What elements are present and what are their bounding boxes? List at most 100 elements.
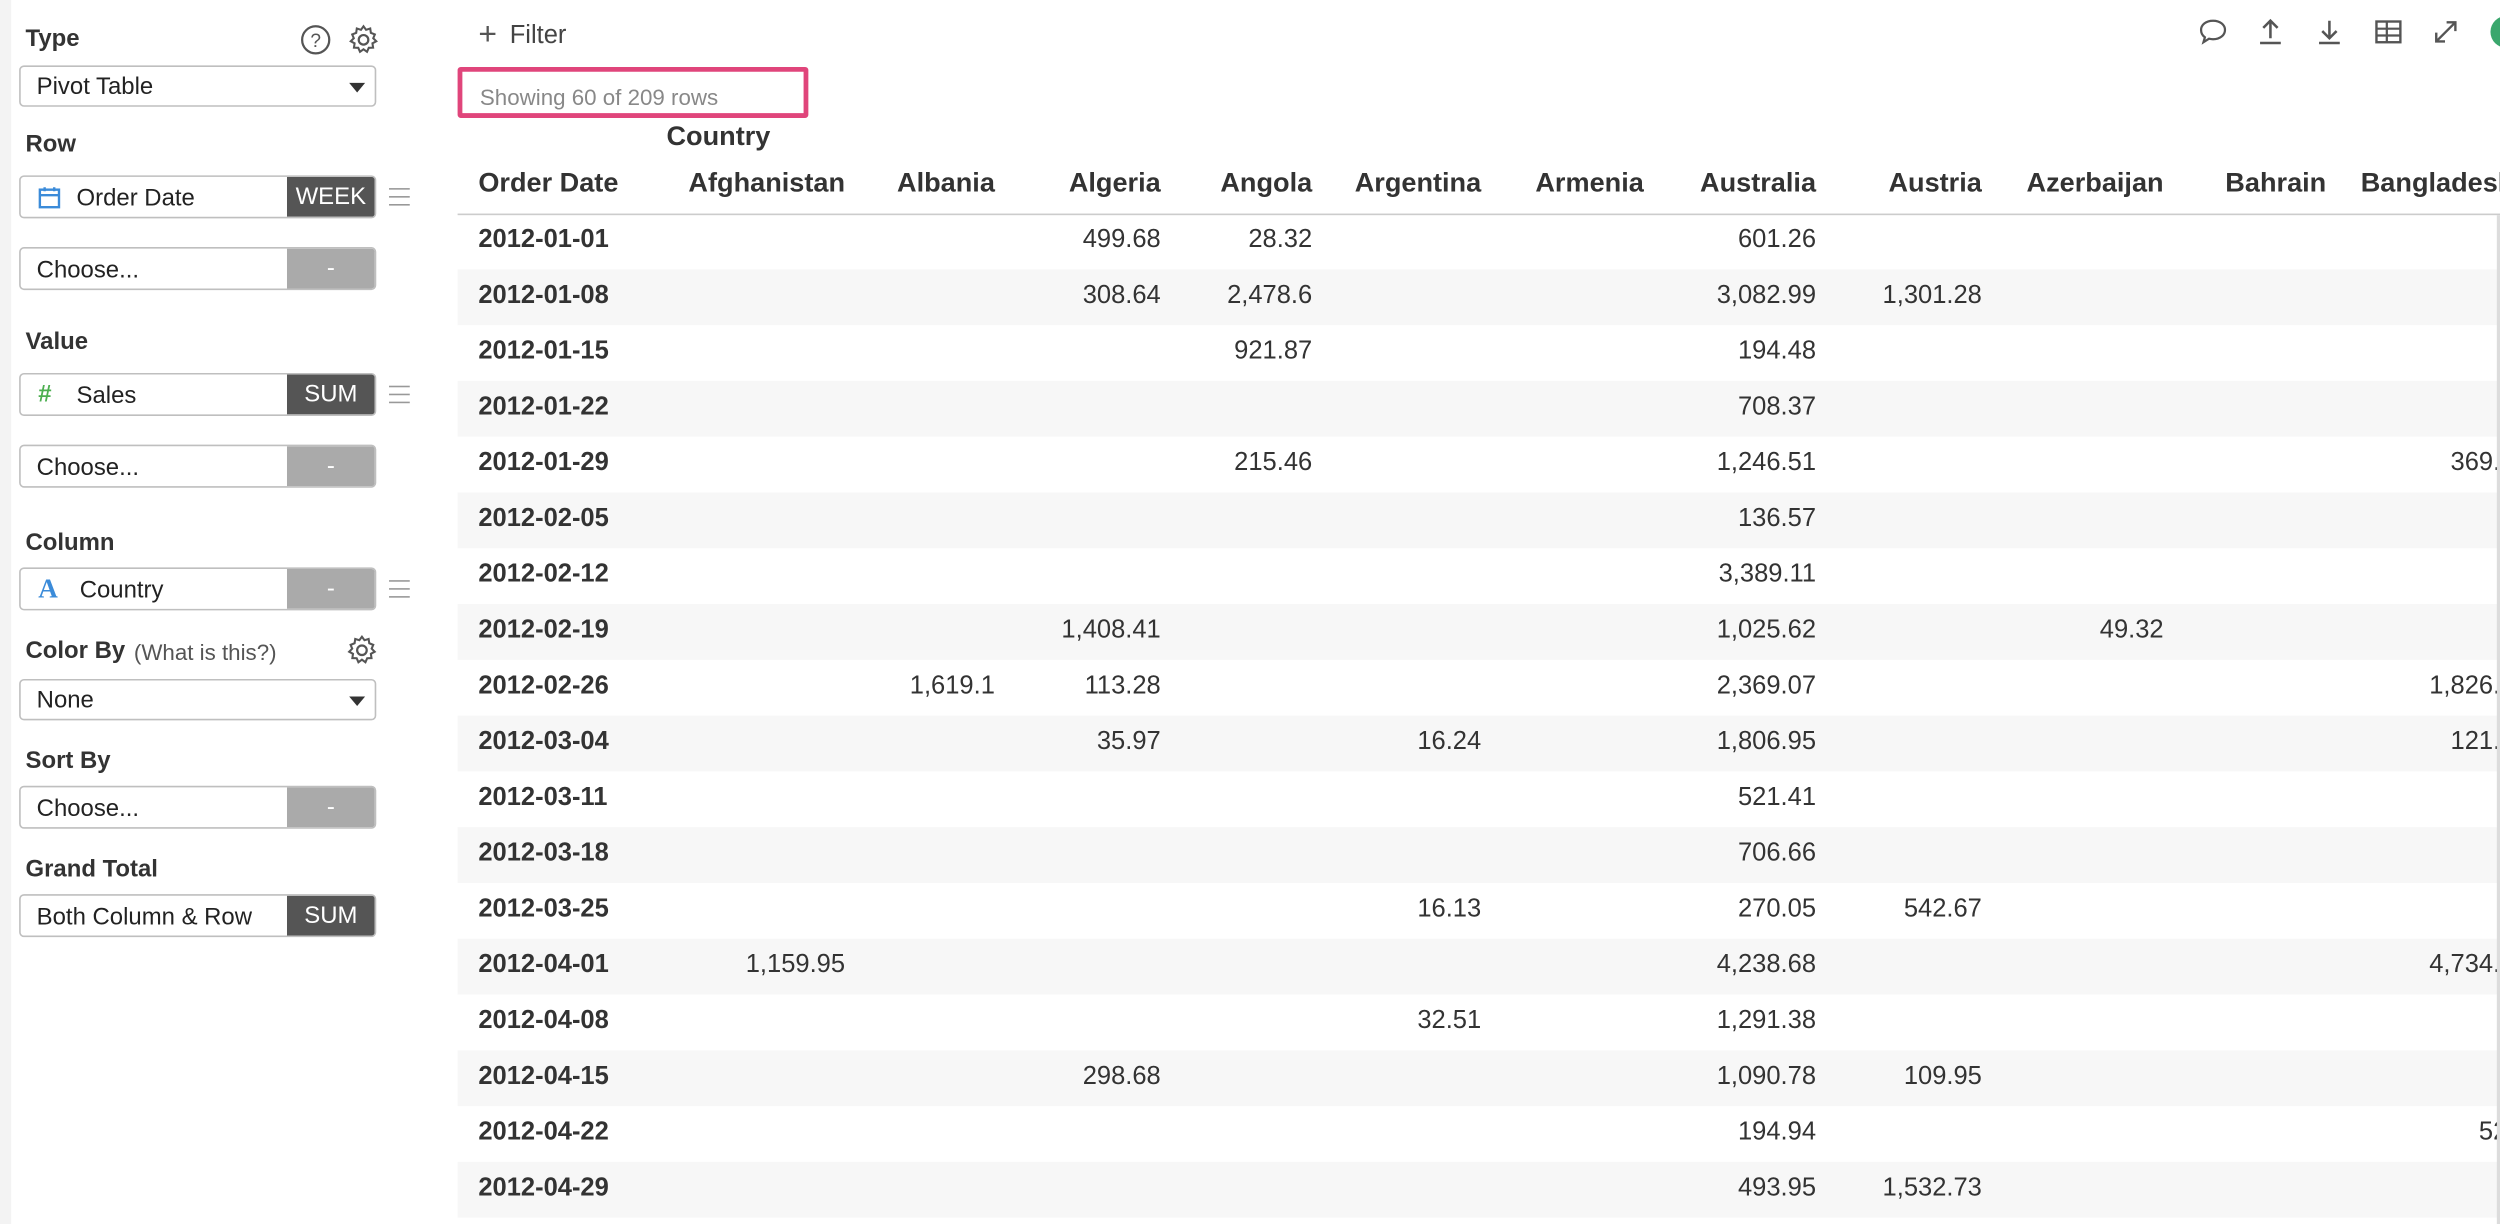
column-header-angola[interactable]: Angola (1220, 167, 1312, 199)
table-cell: 194.48 (1737, 337, 1817, 365)
table-row: 2012-01-15 921.87 194.48 (458, 325, 2500, 381)
table-row: 2012-01-08 308.64 2,478.6 3,082.99 1,301.28 (457, 269, 2500, 326)
upload-icon[interactable] (2254, 16, 2286, 48)
table-row: 2012-04-29 493.95 1,532.73 (457, 1161, 2500, 1218)
table-cell: 3,389.11 (1718, 561, 1817, 589)
row-aggregation-tag[interactable]: WEEK (286, 176, 375, 217)
table-cell: 521.41 (1737, 784, 1817, 812)
column-header-armenia[interactable]: Armenia (1535, 167, 1643, 199)
color-by-select[interactable]: None (19, 678, 377, 721)
gear-icon[interactable] (348, 24, 380, 56)
table-cell: 1,159.95 (745, 951, 846, 979)
table-cell: 113.28 (1084, 672, 1161, 700)
value-aggregation-tag[interactable]: SUM (286, 374, 375, 415)
row-date-cell: 2012-01-29 (478, 449, 609, 477)
row-date-cell: 2012-03-18 (478, 839, 609, 868)
row-date-cell: 2012-01-15 (478, 337, 609, 365)
table-cell: 16.13 (1417, 895, 1482, 923)
table-cell: 1,090.78 (1716, 1063, 1817, 1091)
row-choose-tag[interactable]: - (286, 248, 375, 289)
grand-total-value: Both Column & Row (36, 903, 253, 931)
value-field-label: Sales (76, 382, 137, 410)
value-choose-tag[interactable]: - (286, 446, 375, 487)
row-date-cell: 2012-04-22 (478, 1118, 609, 1146)
table-cell: 1,532.73 (1882, 1174, 1982, 1202)
table-row: 2012-02-19 1,408.41 1,025.62 49.32 (457, 604, 2500, 660)
calendar-icon (38, 187, 61, 209)
table-cell: 308.64 (1082, 282, 1161, 310)
column-field-tag[interactable]: - (286, 568, 375, 609)
filter-button[interactable]: + Filter (478, 16, 566, 53)
column-field[interactable]: A Country - (19, 567, 377, 611)
value-choose-field[interactable]: Choose... - (19, 444, 377, 488)
row-date-cell: 2012-01-08 (478, 282, 609, 310)
table-cell: 706.66 (1737, 839, 1817, 868)
table-cell: 493.95 (1737, 1174, 1817, 1202)
column-header-australia[interactable]: Australia (1700, 167, 1816, 199)
type-select[interactable]: Pivot Table (19, 65, 377, 107)
sort-by-value: Choose... (36, 795, 140, 823)
color-by-label: Color By (25, 637, 126, 665)
download-icon[interactable] (2313, 16, 2345, 48)
sort-by-field[interactable]: Choose... - (19, 785, 377, 829)
row-date-cell: 2012-04-29 (478, 1174, 609, 1202)
drag-handle-icon[interactable] (389, 580, 410, 604)
row-date-cell: 2012-02-12 (478, 561, 609, 589)
column-header-bangladesh[interactable]: Bangladesh (2361, 167, 2500, 199)
help-icon[interactable]: ? (300, 24, 332, 56)
column-header-algeria[interactable]: Algeria (1069, 167, 1161, 199)
table-cell: 1,408.41 (1061, 616, 1161, 644)
text-type-icon: A (38, 573, 58, 605)
table-cell: 136.57 (1737, 505, 1817, 533)
row-choose-field[interactable]: Choose... - (19, 247, 377, 291)
column-header-azerbaijan[interactable]: Azerbaijan (2027, 167, 2164, 199)
table-icon[interactable] (2372, 16, 2404, 48)
table-row: 2012-04-22194.9452. (458, 1106, 2500, 1162)
gear-icon[interactable] (346, 634, 378, 666)
table-cell: 601.26 (1737, 226, 1817, 254)
sort-by-tag[interactable]: - (286, 787, 375, 828)
table-cell: 1,619.1 (909, 672, 995, 700)
row-date-cell: 2012-01-22 (478, 393, 609, 421)
table-cell: 921.87 (1234, 337, 1313, 365)
table-cell: 35.97 (1096, 728, 1161, 756)
comment-icon[interactable] (2197, 16, 2229, 48)
color-by-help-link[interactable]: (What is this?) (134, 639, 277, 665)
table-cell: 270.05 (1737, 895, 1817, 923)
drag-handle-icon[interactable] (389, 385, 410, 410)
table-cell: 49.32 (2099, 616, 2164, 644)
column-header-argentina[interactable]: Argentina (1355, 167, 1482, 199)
table-row: 2012-03-11 521.41 (458, 771, 2500, 827)
drag-handle-icon[interactable] (389, 188, 410, 212)
grand-total-field[interactable]: Both Column & Row SUM (19, 894, 377, 938)
row-count-highlight: Showing 60 of 209 rows (457, 66, 809, 118)
table-row: 2012-03-25 16.13 270.05 542.67 (458, 883, 2500, 939)
table-cell: 4,238.68 (1716, 951, 1817, 979)
table-cell: 1,301.28 (1882, 282, 1982, 310)
chevron-down-icon (349, 82, 366, 93)
filter-label: Filter (509, 22, 567, 50)
chart-settings-panel: Type ? Pivot Table Row Order Date WEEK C… (0, 0, 431, 1224)
row-date-cell: 2012-04-15 (478, 1063, 609, 1091)
sort-by-label: Sort By (25, 747, 111, 775)
table-row: 2012-04-01 1,159.95 4,238.68 4,734.4 (457, 938, 2500, 995)
table-cell: 109.95 (1903, 1063, 1982, 1091)
grand-total-tag[interactable]: SUM (286, 895, 375, 936)
column-header-albania[interactable]: Albania (897, 167, 995, 199)
column-header-austria[interactable]: Austria (1888, 167, 1981, 199)
table-row: 2012-02-12 3,389.11 (458, 548, 2500, 604)
column-header-afghanistan[interactable]: Afghanistan (688, 167, 845, 199)
avatar[interactable] (2490, 15, 2500, 48)
value-field[interactable]: # Sales SUM (19, 372, 377, 416)
expand-icon[interactable] (2430, 16, 2462, 48)
table-cell: 2,369.07 (1716, 672, 1817, 700)
svg-text:?: ? (310, 31, 321, 52)
type-select-value: Pivot Table (36, 73, 154, 101)
table-header-row: Order Date Afghanistan Albania Algeria Ango… (457, 155, 2500, 216)
table-cell: 499.68 (1082, 226, 1161, 254)
table-cell: 542.67 (1903, 895, 1982, 923)
row-header-order-date[interactable]: Order Date (478, 167, 618, 199)
column-header-bahrain[interactable]: Bahrain (2225, 167, 2326, 199)
hash-icon: # (38, 380, 52, 409)
row-field[interactable]: Order Date WEEK (19, 175, 377, 219)
